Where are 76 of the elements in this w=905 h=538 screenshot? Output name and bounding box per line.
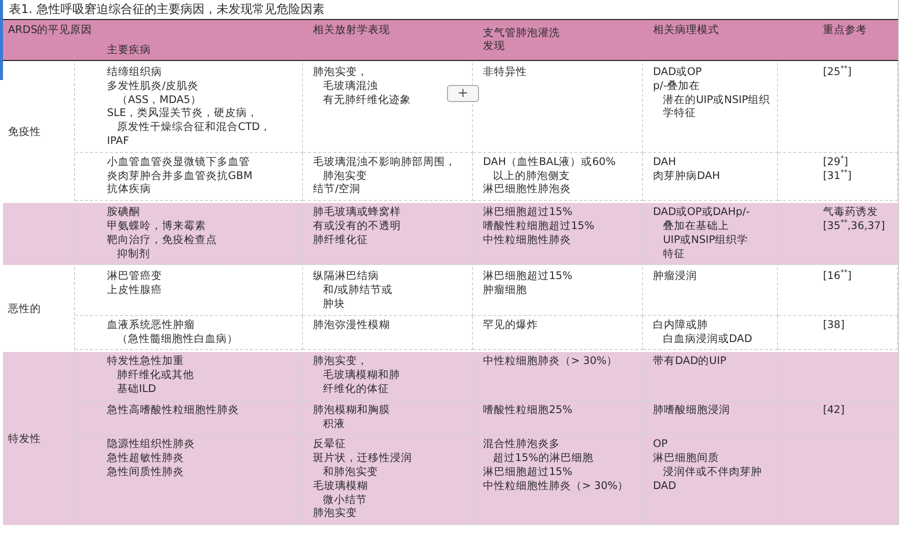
cell-text: 肺泡实变 — [313, 507, 357, 522]
cell-text: 炎肉芽肿合并多血管炎抗GBM — [107, 170, 252, 183]
cell-text: 甲氨蝶呤，博来霉素 — [107, 220, 206, 234]
cell-text: 中性粒细胞肺炎（> 30%） — [483, 355, 618, 370]
cell-text: 肺泡模糊和胸膜 积液 — [313, 404, 390, 432]
header-cell-text: 相关放射学表现 — [312, 22, 391, 38]
cell-text: [42] — [823, 404, 845, 418]
header-cell-text: 主要疾病 — [106, 42, 152, 58]
cell-text: 急性高嗜酸性粒细胞性肺炎 — [107, 404, 239, 418]
cell-text: DAH — [653, 156, 676, 170]
cell-text: 上皮性腺癌 — [107, 284, 162, 298]
cell-text: 罕见的爆炸 — [483, 318, 538, 333]
cell-text: 小血管血管炎显微镜下多血管 — [107, 156, 250, 170]
cell-text: [25$^{**}$] — [823, 66, 852, 80]
cell-text: 纵隔淋巴结病 和/或肺结节或 肿块 — [313, 270, 393, 312]
cell-text: 淋巴细胞超过15% — [483, 206, 572, 220]
cell-text: 肿瘤细胞 — [483, 284, 527, 298]
cell-text: p/-叠加在 潜在的UIP或NSIP组织 学特征 — [653, 80, 770, 122]
add-button[interactable]: + — [447, 85, 479, 102]
cell-text: DAD — [653, 480, 676, 494]
cell-text: 急性间质性肺炎 — [107, 466, 184, 480]
cell-text: 肺纤维化征 — [313, 234, 368, 248]
cell-text: 胺碘酮 — [107, 206, 140, 220]
cell-text: 嗜酸性粒细胞超过15% — [483, 220, 594, 234]
cell-text: 反晕征 — [313, 438, 346, 452]
cell-text: [29$^{*}$] — [823, 156, 848, 169]
cell-text: 肺泡弥漫性模糊 — [313, 318, 390, 333]
cell-text: 多发性肌炎/皮肌炎 （ASS，MDA5） — [107, 80, 202, 107]
cell-text: 肺泡实变， 毛玻璃混浊 有无肺纤维化迹象 — [313, 66, 411, 108]
cell-text: 隐源性组织性肺炎 — [107, 438, 195, 452]
cell-text: 淋巴细胞性肺泡炎 — [483, 183, 571, 198]
cell-text: 中性粒细胞性肺炎 — [483, 234, 571, 248]
group-label: 特发性 — [8, 432, 41, 446]
cell-text: 结缔组织病 — [107, 66, 162, 80]
cell-text: DAD或OP或DAHp/- 叠加在基础上 UIP或NSIP组织学 特征 — [653, 206, 750, 262]
cell-text: 肺嗜酸细胞浸润 — [653, 404, 730, 418]
cell-text: 肿瘤浸润 — [653, 270, 697, 284]
cell-text: [35$^{**}$,36,37] — [823, 220, 885, 234]
cell-text: DAH（血性BAL液）或60% 以上的肺泡侧支 — [483, 156, 616, 183]
cell-text: IPAF — [107, 134, 129, 149]
cell-text: 斑片状，迁移性浸润 和肺泡实变 — [313, 452, 412, 480]
cell-text: 淋巴细胞超过15% — [483, 270, 572, 284]
cell-text: 靶向治疗，免疫检查点 抑制剂 — [107, 234, 217, 262]
cell-text: 淋巴细胞间质 浸润伴或不伴肉芽肿 — [653, 452, 762, 480]
cell-text: 有或没有的不透明 — [313, 220, 401, 234]
cell-text: SLE，类风湿关节炎，硬皮病， 原发性干燥综合征和混合CTD， — [107, 107, 271, 135]
cell-text: 带有DAD的UIP — [653, 355, 726, 370]
cell-text: 白内障或肺 白血病浸润或DAD — [653, 318, 752, 346]
cell-text: 抗体疾病 — [107, 183, 151, 198]
cell-text: 肉芽肿病DAH — [653, 170, 720, 184]
cell-text: 毛玻璃混浊不影响肺部周围， 肺泡实变 — [313, 156, 456, 183]
cell-text: 混合性肺泡炎多 超过15%的淋巴细胞 — [483, 438, 594, 466]
cell-text: 淋巴细胞超过15% — [483, 466, 572, 480]
group-label: 恶性的 — [8, 302, 41, 316]
cell-text: [16$^{**}$] — [823, 270, 852, 284]
cell-text: 血液系统恶性肿瘤 （急性髓细胞性白血病） — [107, 318, 238, 346]
cell-text: DAD或OP — [653, 66, 702, 80]
cell-text: 肺毛玻璃或蜂窝样 — [313, 206, 401, 220]
group-label: 免疫性 — [8, 125, 41, 140]
header-cell-text: 支气管肺泡灌洗 发现 — [482, 26, 561, 54]
cell-text: 气毒药诱发 — [823, 206, 878, 219]
cell-text: 中性粒细胞性肺炎（> 30%） — [483, 480, 628, 494]
header-cell-text: ARDS的平见原因 — [7, 22, 94, 38]
cell-text: 嗜酸性粒细胞25% — [483, 404, 572, 418]
cell-text: 结节/空洞 — [313, 183, 361, 198]
cell-text: 肺泡实变， 毛玻璃模糊和肺 纤维化的体征 — [313, 355, 400, 397]
cell-text: [31$^{**}$] — [823, 170, 852, 184]
cell-text: OP — [653, 438, 668, 452]
cell-text: 毛玻璃模糊 微小结节 — [313, 480, 368, 507]
cell-text: 淋巴管癌变 — [107, 270, 162, 284]
cell-text: [38] — [823, 318, 845, 333]
cell-text: 特发性急性加重 肺纤维化或其他 基础ILD — [107, 355, 194, 397]
header-cell-text: 重点参考 — [822, 22, 868, 38]
cell-text: 非特异性 — [483, 66, 527, 80]
header-cell-text: 相关病理模式 — [652, 22, 720, 38]
cell-text: 急性超敏性肺炎 — [107, 452, 184, 466]
